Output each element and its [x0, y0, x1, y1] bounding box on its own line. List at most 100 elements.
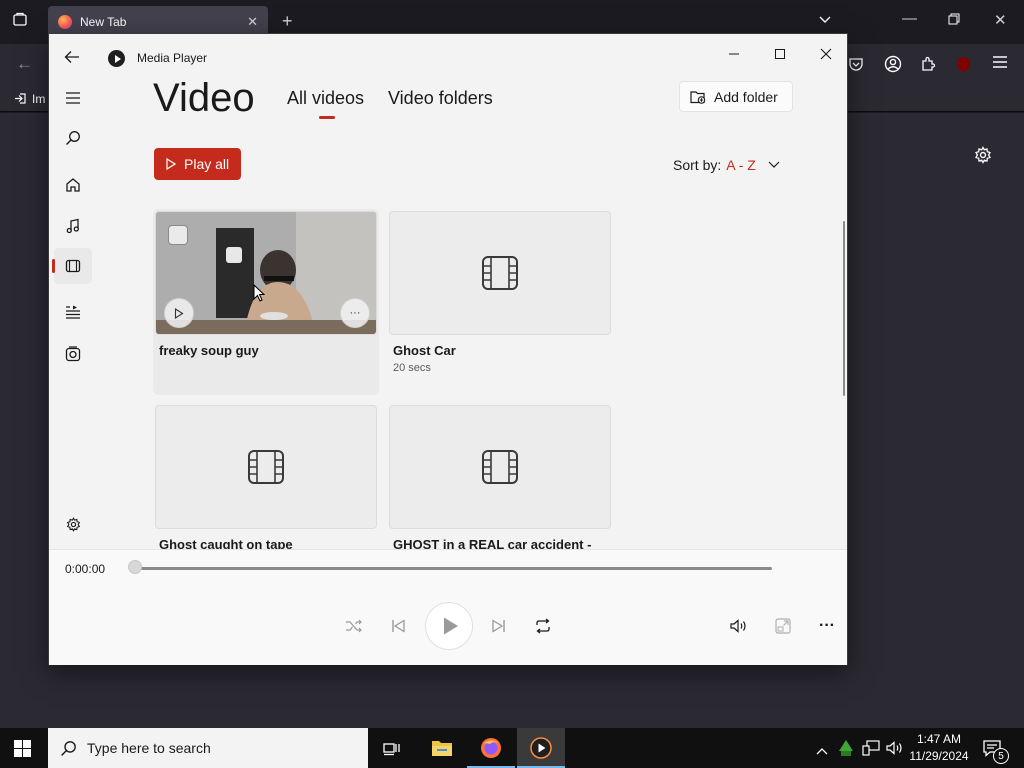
- account-icon[interactable]: [884, 55, 902, 77]
- video-thumbnail[interactable]: [389, 211, 611, 335]
- tab-video-folders[interactable]: Video folders: [388, 88, 493, 109]
- shuffle-icon[interactable]: [342, 614, 366, 638]
- play-icon: [443, 617, 458, 635]
- sort-value: A - Z: [726, 157, 756, 173]
- import-bookmarks-label[interactable]: Im: [32, 92, 45, 106]
- settings-icon[interactable]: [54, 506, 92, 542]
- file-explorer-icon[interactable]: [418, 728, 466, 768]
- play-queue-icon[interactable]: [54, 294, 92, 330]
- search-icon[interactable]: [54, 120, 92, 156]
- video-title: freaky soup guy: [159, 343, 259, 358]
- video-card[interactable]: Ghost caught on tape: [153, 403, 379, 549]
- repeat-icon[interactable]: [531, 614, 555, 638]
- close-browser-icon[interactable]: ✕: [994, 11, 1007, 29]
- gear-icon[interactable]: [974, 146, 992, 169]
- video-placeholder-icon: [481, 448, 519, 486]
- firefox-taskbar-icon[interactable]: [467, 728, 515, 768]
- video-placeholder-icon: [247, 448, 285, 486]
- video-card[interactable]: GHOST in a REAL car accident -: [387, 403, 613, 549]
- tray-app-icon[interactable]: [838, 739, 854, 762]
- notification-count-badge: 5: [993, 748, 1009, 764]
- add-folder-label: Add folder: [714, 88, 778, 105]
- extensions-icon[interactable]: [920, 56, 936, 76]
- play-all-label: Play all: [184, 156, 230, 172]
- home-icon[interactable]: [54, 167, 92, 203]
- previous-icon[interactable]: [386, 614, 410, 638]
- video-grid: ··· freaky soup guy Ghost Car 20 secs Gh…: [153, 209, 813, 549]
- taskbar: Type here to search 1:47 AM 11/29/2024 5: [0, 728, 1024, 768]
- windows-start-icon[interactable]: [14, 740, 31, 762]
- more-options-icon[interactable]: ···: [815, 614, 839, 638]
- video-thumbnail[interactable]: [155, 405, 377, 529]
- tab-all-videos[interactable]: All videos: [287, 88, 364, 109]
- video-title: Ghost caught on tape: [159, 537, 293, 549]
- close-tab-icon[interactable]: ✕: [247, 14, 258, 30]
- video-card[interactable]: ··· freaky soup guy: [153, 209, 379, 395]
- firefox-favicon-icon: [58, 15, 72, 29]
- import-bookmarks-icon[interactable]: [14, 92, 27, 108]
- mouse-cursor-icon: [253, 283, 266, 307]
- video-thumbnail[interactable]: [389, 405, 611, 529]
- sort-dropdown[interactable]: Sort by: A - Z: [673, 157, 780, 173]
- chevron-down-icon: [768, 161, 780, 169]
- list-all-tabs-icon[interactable]: [12, 12, 28, 32]
- tab-selected-indicator: [319, 116, 335, 119]
- select-checkbox[interactable]: [168, 225, 188, 245]
- add-folder-icon: [690, 90, 706, 104]
- new-tab-icon[interactable]: +: [282, 11, 293, 32]
- mini-player-icon[interactable]: [771, 614, 795, 638]
- video-title: GHOST in a REAL car accident -: [393, 537, 592, 549]
- restore-browser-icon[interactable]: [948, 12, 960, 29]
- playlists-icon[interactable]: [54, 336, 92, 372]
- video-title: Ghost Car: [393, 343, 456, 358]
- maximize-button[interactable]: [757, 40, 803, 68]
- media-player-window: Media Player Video All videos Video fold…: [48, 33, 848, 665]
- search-icon: [60, 740, 77, 757]
- browser-tab-title: New Tab: [80, 15, 127, 29]
- media-player-taskbar-icon[interactable]: [517, 728, 565, 768]
- chevron-down-icon[interactable]: [818, 12, 832, 30]
- video-thumbnail[interactable]: ···: [155, 211, 377, 335]
- video-placeholder-icon: [481, 254, 519, 292]
- sort-label: Sort by:: [673, 157, 722, 173]
- scrollbar[interactable]: [843, 221, 845, 396]
- media-player-logo-icon: [108, 50, 125, 67]
- hamburger-menu-icon[interactable]: [992, 55, 1008, 73]
- search-placeholder: Type here to search: [87, 740, 211, 756]
- play-video-button[interactable]: [164, 298, 194, 328]
- play-pause-button[interactable]: [425, 602, 473, 650]
- play-icon: [166, 158, 176, 170]
- pocket-icon[interactable]: [848, 56, 864, 76]
- page-title: Video: [153, 76, 255, 120]
- taskbar-clock[interactable]: 1:47 AM 11/29/2024: [908, 731, 970, 765]
- clock-date: 11/29/2024: [909, 749, 969, 763]
- seek-bar[interactable]: [129, 567, 772, 570]
- play-all-button[interactable]: Play all: [154, 148, 241, 180]
- next-icon[interactable]: [487, 614, 511, 638]
- more-options-button[interactable]: ···: [340, 298, 370, 328]
- video-thumbnail-image: ···: [156, 212, 376, 334]
- back-icon[interactable]: ←: [16, 54, 33, 74]
- navigation-rail: [49, 34, 97, 549]
- window-title: Media Player: [137, 51, 208, 65]
- volume-icon[interactable]: [727, 614, 751, 638]
- ublock-origin-icon[interactable]: [955, 56, 972, 77]
- seek-handle[interactable]: [128, 560, 142, 574]
- add-folder-button[interactable]: Add folder: [679, 81, 793, 112]
- minimize-button[interactable]: [711, 40, 757, 68]
- minimize-browser-icon[interactable]: —: [902, 10, 917, 27]
- music-library-icon[interactable]: [54, 208, 92, 244]
- hamburger-menu-icon[interactable]: [54, 80, 92, 116]
- player-bar: 0:00:00 ···: [49, 549, 847, 665]
- video-library-icon[interactable]: [52, 248, 92, 284]
- chevron-up-icon[interactable]: [816, 742, 828, 760]
- task-view-icon[interactable]: [368, 728, 416, 768]
- clock-time: 1:47 AM: [916, 732, 962, 746]
- taskbar-search-box[interactable]: Type here to search: [48, 728, 368, 768]
- speaker-icon[interactable]: [886, 740, 904, 761]
- close-button[interactable]: [803, 40, 849, 68]
- network-icon[interactable]: [862, 740, 880, 761]
- video-duration: 20 secs: [393, 362, 431, 374]
- elapsed-time: 0:00:00: [65, 562, 106, 576]
- video-card[interactable]: Ghost Car 20 secs: [387, 209, 613, 395]
